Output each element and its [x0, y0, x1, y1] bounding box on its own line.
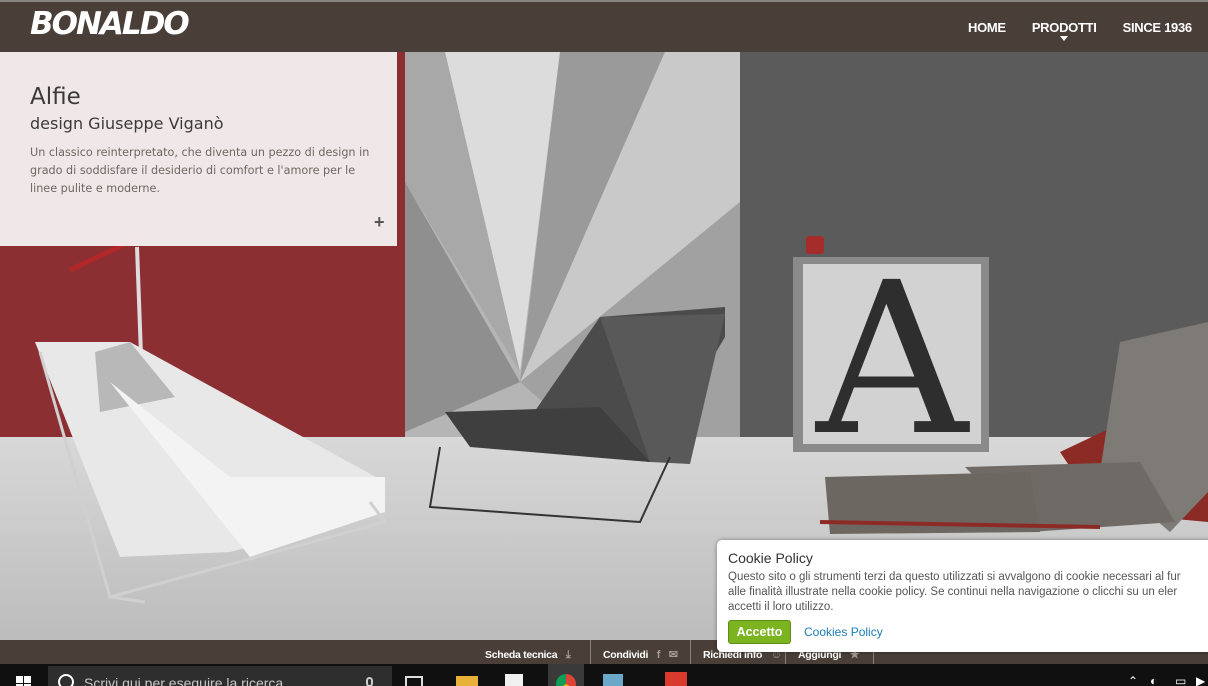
- windows-start-icon[interactable]: [16, 676, 32, 686]
- product-title: Alfie: [30, 84, 81, 110]
- task-view-icon[interactable]: [405, 676, 423, 686]
- battery-icon[interactable]: ▭: [1175, 674, 1186, 686]
- action-divider: [590, 640, 591, 664]
- condividi-label: Condividi: [603, 649, 649, 661]
- cookies-policy-link[interactable]: Cookies Policy: [804, 625, 883, 639]
- main-nav: HOME PRODOTTI SINCE 1936 NE: [968, 20, 1208, 41]
- product-info-panel: Alfie design Giuseppe Viganò Un classico…: [0, 52, 397, 246]
- scheda-tecnica-button[interactable]: Scheda tecnica ⤓: [485, 640, 571, 664]
- chrome-active-tile[interactable]: [548, 664, 584, 686]
- os-taskbar: Scrivi qui per eseguire la ricerca ⌃ ◐ ▭…: [0, 664, 1208, 686]
- nav-prodotti[interactable]: PRODOTTI: [1031, 20, 1097, 41]
- accept-cookies-button[interactable]: Accetto: [728, 620, 791, 644]
- file-explorer-icon[interactable]: [456, 676, 478, 686]
- store-icon[interactable]: [505, 674, 523, 686]
- chrome-icon: [556, 674, 576, 686]
- taskbar-search[interactable]: Scrivi qui per eseguire la ricerca: [48, 666, 392, 686]
- office-app-icon[interactable]: [665, 672, 687, 686]
- taskbar-search-placeholder: Scrivi qui per eseguire la ricerca: [84, 675, 284, 686]
- caret-down-icon: [1060, 36, 1069, 41]
- action-divider: [690, 640, 691, 664]
- nav-prodotti-label: PRODOTTI: [1031, 20, 1097, 35]
- cookie-text-line: Questo sito o gli strumenti terzi da que…: [728, 571, 1181, 583]
- nav-since-1936[interactable]: SINCE 1936: [1123, 20, 1193, 35]
- app-icon[interactable]: [603, 674, 623, 686]
- cookie-text-line: alle finalità illustrate nella cookie po…: [728, 586, 1178, 598]
- cookie-text: Questo sito o gli strumenti terzi da que…: [728, 570, 1208, 615]
- volume-icon[interactable]: ▶: [1196, 674, 1205, 686]
- expand-plus-icon[interactable]: +: [374, 212, 385, 233]
- scheda-tecnica-label: Scheda tecnica: [485, 649, 558, 661]
- cookie-text-line: accetti il loro utilizzo.: [728, 601, 834, 613]
- cortana-icon: [58, 674, 74, 686]
- product-description: Un classico reinterpretato, che diventa …: [30, 146, 370, 195]
- nav-home[interactable]: HOME: [968, 20, 1006, 35]
- product-designer: design Giuseppe Viganò: [30, 114, 224, 133]
- microphone-icon[interactable]: [366, 677, 373, 686]
- tray-chevron-icon[interactable]: ⌃: [1128, 674, 1138, 686]
- frame-letter: A: [814, 237, 970, 482]
- cookie-banner: Cookie Policy Questo sito o gli strument…: [717, 540, 1208, 652]
- site-header: BONALDO HOME PRODOTTI SINCE 1936 NE: [0, 2, 1208, 52]
- condividi-button[interactable]: Condividi f ✉: [603, 640, 678, 664]
- cookie-title: Cookie Policy: [728, 550, 813, 566]
- network-icon[interactable]: ◐: [1150, 674, 1157, 686]
- brand-logo[interactable]: BONALDO: [30, 6, 190, 42]
